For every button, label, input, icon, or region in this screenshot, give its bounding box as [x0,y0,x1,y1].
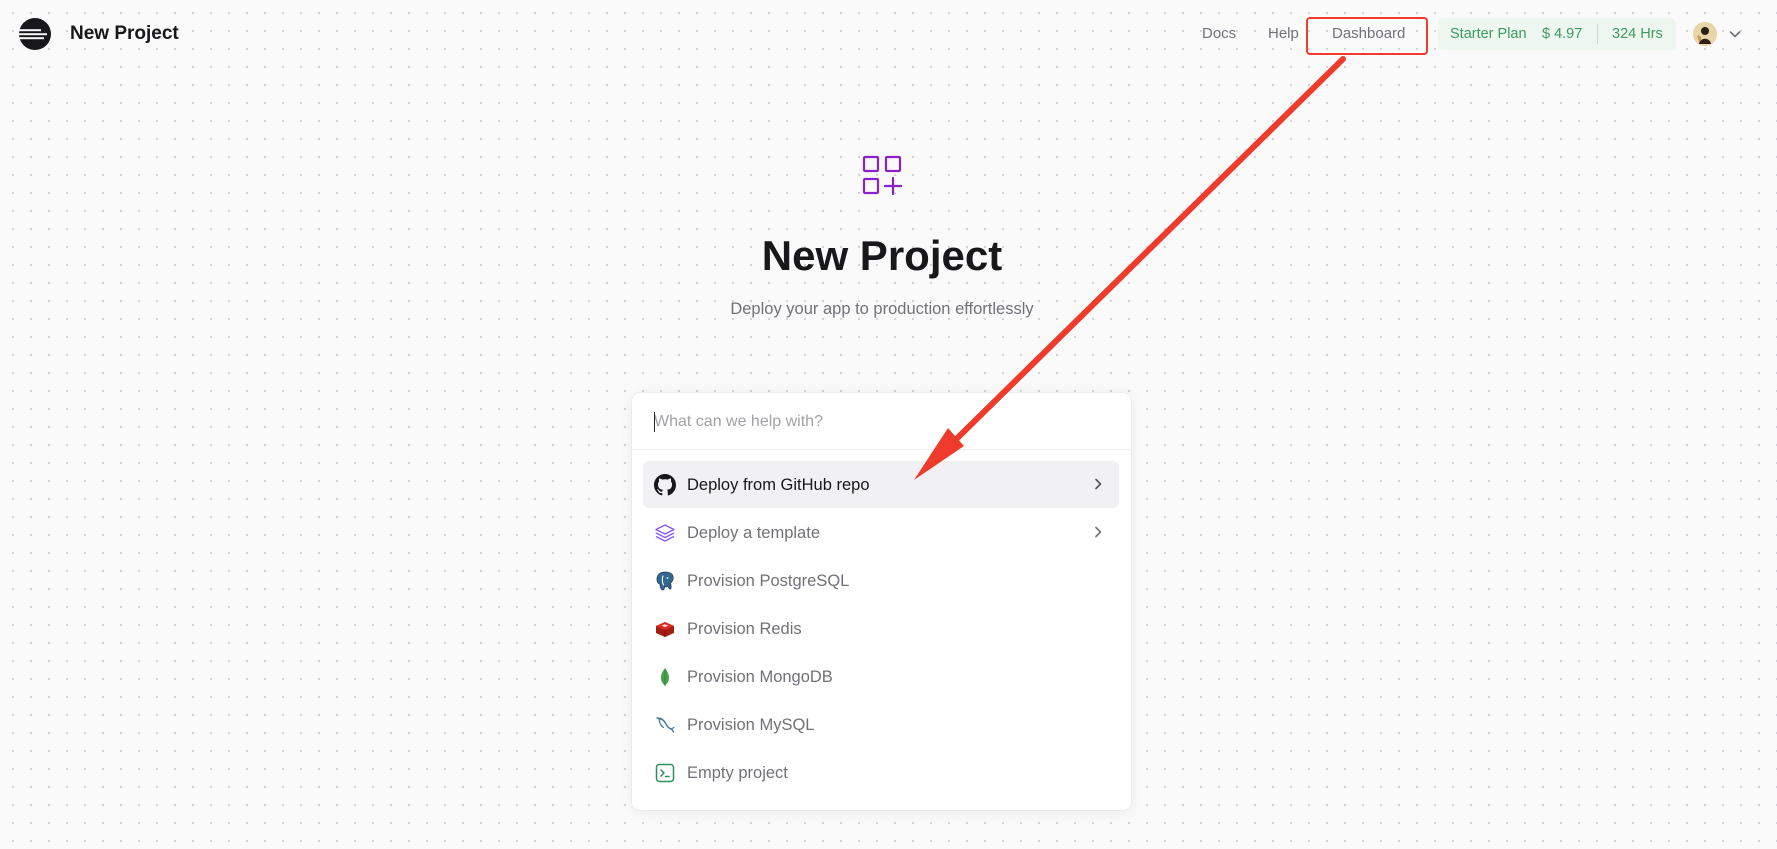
menu-item-label: Deploy a template [687,524,820,542]
plan-divider [1597,24,1598,44]
provision-postgresql-option[interactable]: Provision PostgreSQL [643,557,1119,604]
menu-item-label: Provision Redis [687,620,802,638]
nav-dashboard-link[interactable]: Dashboard [1332,24,1405,44]
chevron-right-icon [1095,478,1102,490]
provision-redis-option[interactable]: Provision Redis [643,605,1119,652]
top-bar: New Project Docs Help Dashboard Starter … [0,0,1777,68]
mysql-icon [656,717,675,733]
plan-usage-badge[interactable]: Starter Plan $ 4.97 324 Hrs [1438,18,1676,50]
menu-item-label: Empty project [687,764,788,782]
divider [632,449,1131,450]
menu-item-label: Provision MongoDB [687,668,833,686]
command-palette: Deploy from GitHub repo Deploy a templat… [632,393,1131,810]
search-input[interactable] [654,408,1094,436]
provision-mongodb-option[interactable]: Provision MongoDB [643,653,1119,700]
nav-help-link[interactable]: Help [1268,24,1299,44]
plan-cost: $ 4.97 [1542,26,1583,42]
menu-item-label: Deploy from GitHub repo [687,476,870,494]
nav-docs-link[interactable]: Docs [1202,24,1236,44]
github-icon [654,474,676,496]
page-title: New Project [761,232,1003,279]
chevron-right-icon [1095,526,1102,538]
menu-item-label: Provision MySQL [687,716,815,734]
avatar[interactable] [1693,22,1717,46]
plan-hours: 324 Hrs [1612,26,1663,42]
app-title: New Project [70,23,179,44]
mongodb-icon [661,668,669,687]
deploy-github-option[interactable]: Deploy from GitHub repo [643,461,1119,508]
add-app-icon [862,155,902,195]
plan-name: Starter Plan [1450,26,1527,42]
chevron-down-icon[interactable] [1728,27,1742,41]
deploy-template-option[interactable]: Deploy a template [643,509,1119,556]
provision-mysql-option[interactable]: Provision MySQL [643,701,1119,748]
railway-logo-icon[interactable] [18,17,52,51]
text-cursor [654,412,655,432]
terminal-icon [655,763,675,783]
page-subtitle: Deploy your app to production effortless… [730,300,1034,318]
postgresql-icon [656,571,674,591]
menu-item-label: Provision PostgreSQL [687,572,850,590]
redis-icon [656,622,674,637]
empty-project-option[interactable]: Empty project [643,749,1119,796]
avatar-image-icon [1693,22,1717,46]
layers-icon [655,524,675,542]
